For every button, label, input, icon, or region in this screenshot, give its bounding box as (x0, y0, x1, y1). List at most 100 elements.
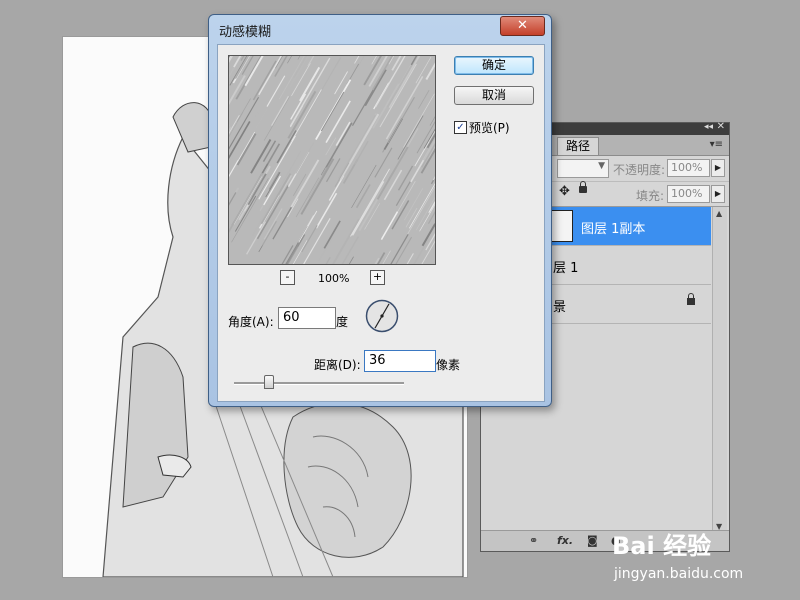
panel-menu-icon[interactable]: ▾≡ (710, 139, 723, 150)
scroll-up-icon[interactable]: ▲ (716, 209, 722, 218)
blur-streak (246, 221, 266, 255)
dialog-title: 动感模糊 (219, 25, 272, 40)
blur-streak (421, 223, 435, 247)
lock-icon[interactable] (579, 181, 587, 193)
preview-label: 预览(P) (469, 121, 510, 135)
fill-input[interactable]: 100% (667, 185, 710, 203)
blur-streak (307, 56, 315, 67)
dialog-body: - 100% + 角度(A): 60 度 距离(D): 36 像素 确定 取消 … (217, 44, 545, 402)
distance-slider-thumb[interactable] (264, 375, 274, 389)
blur-streak (276, 130, 297, 164)
filter-preview[interactable] (228, 55, 436, 265)
blur-streak (387, 113, 406, 144)
fill-arrow-icon[interactable]: ▶ (711, 185, 725, 203)
link-icon[interactable]: ⚭ (529, 534, 538, 547)
blur-streak (236, 98, 251, 122)
close-icon[interactable]: ✕ (500, 16, 545, 36)
opacity-input[interactable]: 100% (667, 159, 710, 177)
blur-streak (289, 57, 331, 127)
collapse-icon[interactable]: ◂◂ (704, 122, 713, 132)
blur-streak (290, 93, 307, 120)
blur-streak (293, 56, 308, 79)
watermark-url: jingyan.baidu.com (614, 566, 744, 582)
blur-streak (290, 159, 320, 208)
blur-streak (331, 218, 360, 264)
blur-streak (338, 114, 376, 179)
tab-paths[interactable]: 路径 (557, 137, 600, 155)
blur-streak (297, 56, 301, 60)
blur-streak (258, 56, 283, 96)
cancel-button[interactable]: 取消 (454, 86, 534, 105)
blur-streak (415, 196, 435, 231)
blur-streak (430, 176, 435, 185)
distance-unit: 像素 (436, 358, 461, 372)
blur-streak (231, 178, 269, 243)
fx-icon[interactable]: fx. (557, 534, 573, 547)
watermark: Bai 经验 jingyan.baidu.com (606, 510, 786, 590)
blur-streak (229, 172, 264, 233)
blur-streak (374, 147, 393, 178)
blur-streak (250, 139, 272, 174)
distance-input[interactable]: 36 (364, 350, 436, 372)
blur-streak (325, 256, 331, 264)
blur-streak (334, 71, 349, 95)
opacity-arrow-icon[interactable]: ▶ (711, 159, 725, 177)
blur-streak (335, 121, 351, 146)
layers-scrollbar[interactable]: ▲ ▼ (712, 207, 727, 533)
blur-streak (391, 200, 410, 230)
checkbox-icon[interactable]: ✓ (454, 121, 467, 134)
blur-streak (295, 142, 315, 174)
fill-label: 填充: (636, 189, 665, 203)
layer-name: 图层 1副本 (581, 222, 646, 237)
blur-streak (339, 113, 380, 181)
blur-streak (380, 211, 399, 240)
angle-dial-icon[interactable] (365, 299, 399, 333)
blur-streak (247, 173, 267, 206)
blur-streak (406, 253, 414, 264)
blur-streak (341, 236, 359, 264)
blur-streak (397, 165, 414, 191)
blur-streak (251, 183, 283, 236)
blur-streak (289, 56, 310, 88)
blur-streak (263, 96, 290, 141)
blur-streak (376, 146, 409, 200)
zoom-out-button[interactable]: - (280, 270, 295, 285)
blur-streak (325, 100, 351, 144)
blur-streak (295, 177, 320, 218)
blur-streak (372, 83, 400, 129)
motion-blur-dialog: 动感模糊 ✕ - 100% + 角度(A): 60 度 距离(D): 36 像素… (208, 14, 552, 407)
layer-name: 层 1 (553, 261, 579, 276)
blur-streak (334, 162, 350, 188)
blur-streak (261, 220, 277, 246)
zoom-in-button[interactable]: + (370, 270, 385, 285)
ok-button[interactable]: 确定 (454, 56, 534, 75)
blur-streak (299, 66, 321, 102)
blur-streak (425, 62, 435, 80)
watermark-logo: Bai 经验 (612, 532, 712, 560)
blur-streak (258, 135, 296, 200)
blur-streak (301, 224, 318, 253)
blur-streak (270, 96, 290, 127)
zoom-level: 100% (318, 272, 350, 285)
close-icon[interactable]: ✕ (717, 121, 725, 132)
angle-unit: 度 (336, 315, 349, 329)
blur-streak (305, 57, 342, 118)
blur-streak (320, 91, 345, 132)
distance-slider-track[interactable] (234, 382, 404, 385)
blur-streak (266, 75, 286, 107)
blur-streak (374, 257, 380, 264)
blur-streak (287, 198, 299, 218)
move-icon[interactable]: ✥ (559, 184, 570, 199)
blur-streak (388, 56, 421, 109)
blur-streak (395, 236, 413, 264)
blur-streak (274, 56, 288, 77)
opacity-label: 不透明度: (613, 163, 666, 177)
distance-label: 距离(D): (314, 358, 361, 372)
blend-mode-select[interactable]: ▼ (557, 159, 609, 178)
angle-input[interactable]: 60 (278, 307, 336, 329)
blur-streak (397, 115, 424, 160)
mask-icon[interactable]: ◙ (587, 534, 598, 547)
layer-name: 景 (553, 300, 567, 315)
blur-streak (229, 75, 246, 106)
blur-streak (265, 172, 281, 198)
